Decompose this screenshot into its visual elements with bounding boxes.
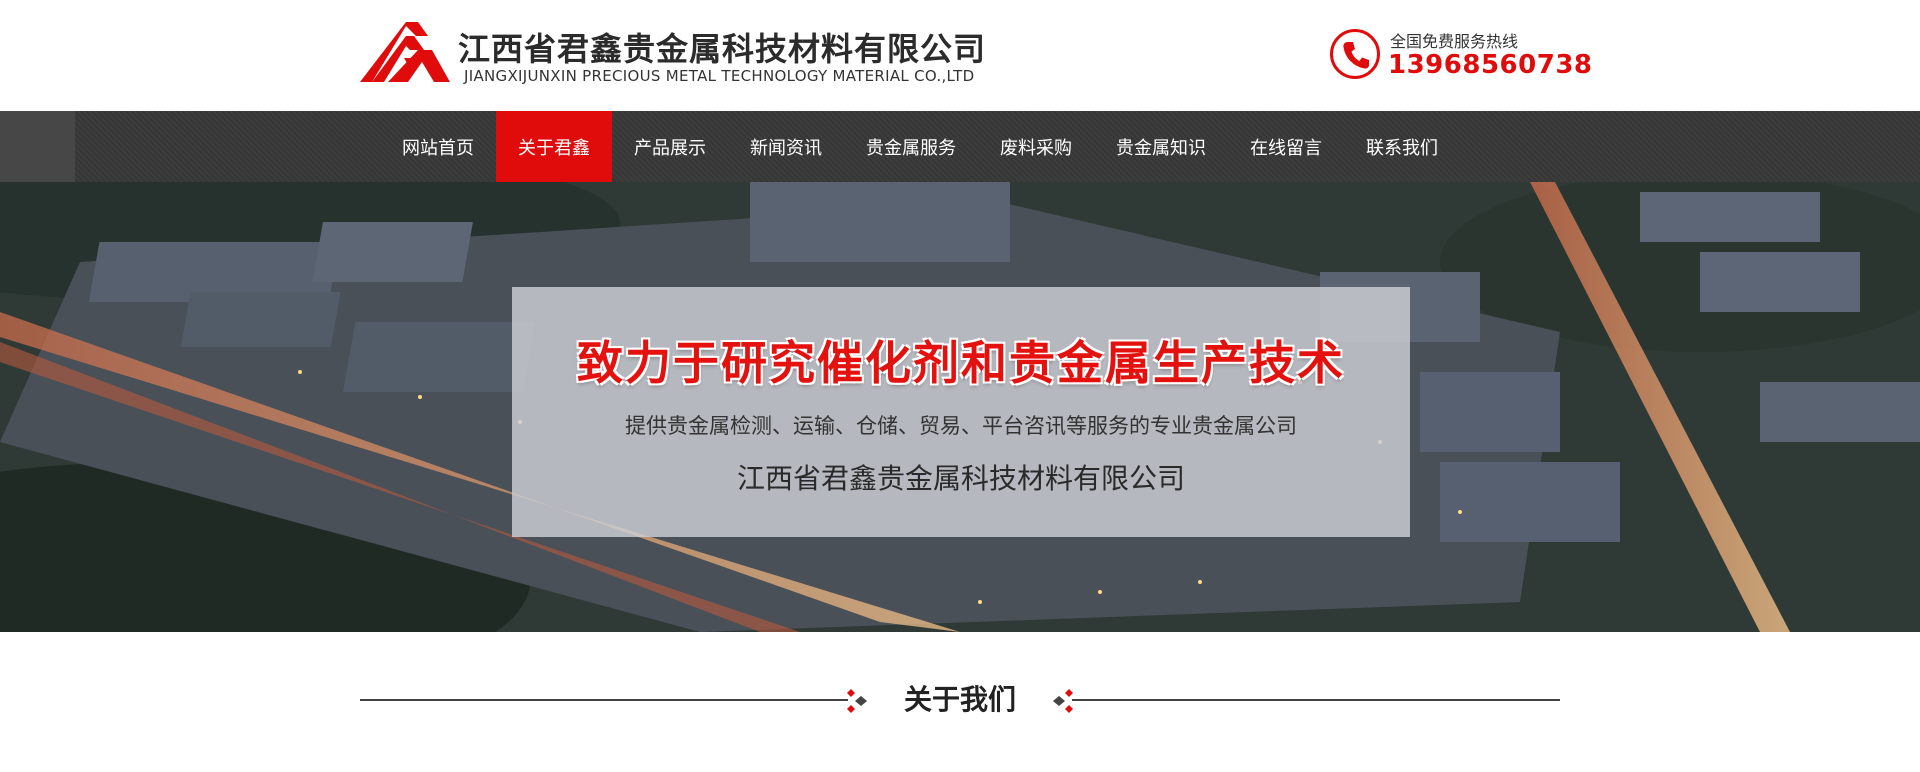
nav-item-news[interactable]: 新闻资讯	[728, 111, 844, 182]
main-nav: 网站首页 关于君鑫 产品展示 新闻资讯 贵金属服务 废料采购 贵金属知识 在线留…	[0, 111, 1920, 182]
banner-company-name: 江西省君鑫贵金属科技材料有限公司	[736, 462, 1185, 495]
banner-subtitle: 提供贵金属检测、运输、仓储、贸易、平台咨讯等服务的专业贵金属公司	[625, 414, 1297, 438]
banner-text-panel: 致力于研究催化剂和贵金属生产技术 提供贵金属检测、运输、仓储、贸易、平台咨讯等服…	[512, 287, 1410, 537]
nav-item-products[interactable]: 产品展示	[612, 111, 728, 182]
nav-item-messages[interactable]: 在线留言	[1228, 111, 1344, 182]
nav-left-decoration	[0, 111, 75, 182]
nav-item-contact[interactable]: 联系我们	[1344, 111, 1460, 182]
nav-list: 网站首页 关于君鑫 产品展示 新闻资讯 贵金属服务 废料采购 贵金属知识 在线留…	[380, 111, 1460, 182]
logo-mountain-icon[interactable]	[360, 22, 450, 82]
company-name[interactable]: 江西省君鑫贵金属科技材料有限公司	[458, 24, 986, 70]
company-name-en: JIANGXIJUNXIN PRECIOUS METAL TECHNOLOGY …	[464, 67, 975, 85]
nav-item-about[interactable]: 关于君鑫	[496, 111, 612, 182]
nav-item-services[interactable]: 贵金属服务	[844, 111, 978, 182]
nav-item-home[interactable]: 网站首页	[380, 111, 496, 182]
hero-banner[interactable]: 致力于研究催化剂和贵金属生产技术 提供贵金属检测、运输、仓储、贸易、平台咨讯等服…	[0, 182, 1920, 632]
hotline-label: 全国免费服务热线	[1390, 32, 1519, 51]
diamond-decoration-icon	[1053, 689, 1073, 713]
title-divider-right	[1072, 699, 1560, 701]
nav-item-knowledge[interactable]: 贵金属知识	[1094, 111, 1228, 182]
banner-headline: 致力于研究催化剂和贵金属生产技术	[577, 336, 1345, 390]
about-section-header: 关于我们	[360, 680, 1560, 720]
nav-item-scrap-purchase[interactable]: 废料采购	[978, 111, 1094, 182]
hotline-number[interactable]: 13968560738	[1388, 50, 1593, 80]
phone-icon	[1330, 29, 1380, 79]
site-header: 江西省君鑫贵金属科技材料有限公司 JIANGXIJUNXIN PRECIOUS …	[0, 0, 1920, 111]
